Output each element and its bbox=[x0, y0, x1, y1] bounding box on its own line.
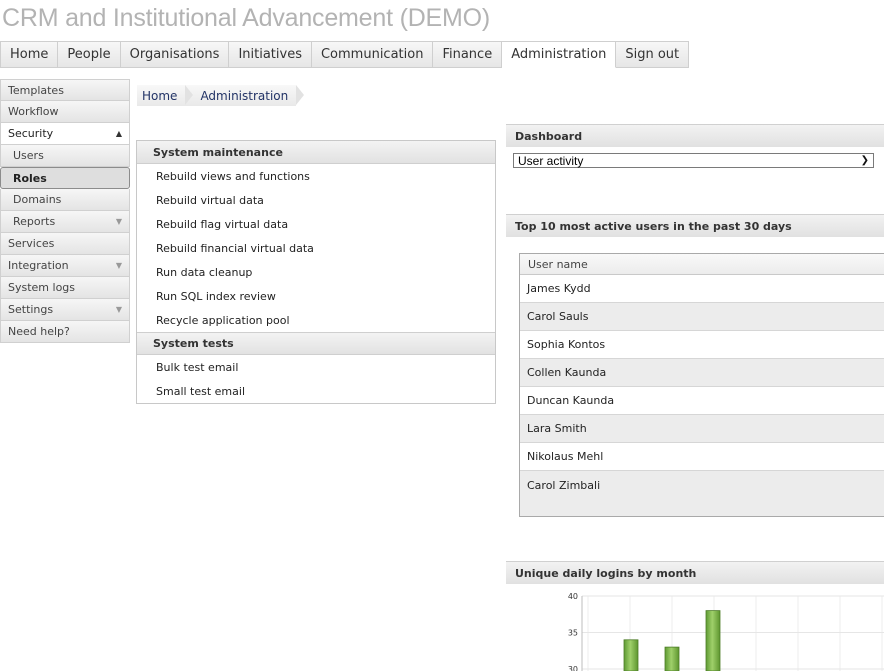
sidebar: Templates Workflow Security ▲ Users Roles… bbox=[0, 79, 130, 343]
chart-bar bbox=[664, 646, 680, 671]
sidebar-item-security[interactable]: Security ▲ bbox=[0, 123, 130, 145]
logins-chart-header: Unique daily logins by month bbox=[506, 561, 884, 584]
dashboard-header: Dashboard bbox=[506, 124, 884, 147]
dashboard-view-select[interactable]: User activity ❯ bbox=[513, 153, 874, 168]
caret-down-icon: ▼ bbox=[115, 305, 122, 314]
table-row[interactable]: Nikolaus Mehl bbox=[520, 443, 884, 471]
chart-tick-label: 35 bbox=[568, 629, 578, 638]
chart-tick-label: 30 bbox=[568, 665, 578, 671]
bulk-test-email-link[interactable]: Bulk test email bbox=[137, 355, 495, 379]
top-nav: Home People Organisations Initiatives Co… bbox=[0, 41, 690, 68]
table-row[interactable]: Carol Zimbali bbox=[520, 471, 884, 516]
table-row[interactable]: Sophia Kontos bbox=[520, 331, 884, 359]
caret-down-icon: ▼ bbox=[115, 261, 122, 270]
recycle-application-pool-link[interactable]: Recycle application pool bbox=[137, 308, 495, 332]
sidebar-item-label: System logs bbox=[8, 281, 76, 294]
sidebar-item-roles[interactable]: Roles bbox=[0, 167, 130, 189]
table-row[interactable]: James Kydd bbox=[520, 275, 884, 303]
table-row[interactable]: Duncan Kaunda bbox=[520, 387, 884, 415]
app-title: CRM and Institutional Advancement (DEMO) bbox=[2, 4, 491, 32]
rebuild-views-link[interactable]: Rebuild views and functions bbox=[137, 164, 495, 188]
breadcrumb-home[interactable]: Home bbox=[137, 85, 194, 106]
sidebar-item-workflow[interactable]: Workflow bbox=[0, 101, 130, 123]
sidebar-item-label: Need help? bbox=[8, 325, 70, 338]
breadcrumb: Home Administration bbox=[137, 85, 305, 106]
run-data-cleanup-link[interactable]: Run data cleanup bbox=[137, 260, 495, 284]
tab-people[interactable]: People bbox=[58, 41, 121, 68]
run-sql-index-review-link[interactable]: Run SQL index review bbox=[137, 284, 495, 308]
tab-organisations[interactable]: Organisations bbox=[120, 41, 230, 68]
rebuild-flag-virtual-data-link[interactable]: Rebuild flag virtual data bbox=[137, 212, 495, 236]
tab-finance[interactable]: Finance bbox=[433, 41, 503, 68]
sidebar-item-system-logs[interactable]: System logs bbox=[0, 277, 130, 299]
logins-chart-svg: 30 35 40 bbox=[568, 592, 884, 671]
chevron-down-icon: ❯ bbox=[860, 155, 869, 166]
active-users-header: Top 10 most active users in the past 30 … bbox=[506, 214, 884, 237]
rebuild-virtual-data-link[interactable]: Rebuild virtual data bbox=[137, 188, 495, 212]
sidebar-item-label: Security bbox=[8, 127, 54, 140]
sidebar-item-label: Settings bbox=[8, 303, 54, 316]
sidebar-item-reports[interactable]: Reports ▼ bbox=[0, 211, 130, 233]
sidebar-item-templates[interactable]: Templates bbox=[0, 79, 130, 101]
tab-administration[interactable]: Administration bbox=[502, 41, 617, 68]
breadcrumb-administration[interactable]: Administration bbox=[185, 85, 305, 106]
sidebar-item-users[interactable]: Users bbox=[0, 145, 130, 167]
caret-up-icon: ▲ bbox=[115, 129, 122, 138]
dashboard-view-value: User activity bbox=[518, 153, 584, 168]
active-users-table: User name James Kydd Carol Sauls Sophia … bbox=[519, 253, 884, 517]
tab-sign-out[interactable]: Sign out bbox=[616, 41, 690, 68]
system-maintenance-header: System maintenance bbox=[137, 141, 495, 164]
table-row[interactable]: Lara Smith bbox=[520, 415, 884, 443]
sidebar-item-label: Reports bbox=[13, 215, 56, 228]
tab-communication[interactable]: Communication bbox=[311, 41, 434, 68]
table-row[interactable]: Carol Sauls bbox=[520, 303, 884, 331]
chart-bar bbox=[705, 610, 721, 671]
chart-tick-label: 40 bbox=[568, 592, 578, 601]
system-tests-header: System tests bbox=[137, 332, 495, 355]
sidebar-item-need-help[interactable]: Need help? bbox=[0, 321, 130, 343]
sidebar-item-integration[interactable]: Integration ▼ bbox=[0, 255, 130, 277]
tab-initiatives[interactable]: Initiatives bbox=[229, 41, 312, 68]
logins-chart: 30 35 40 bbox=[506, 585, 884, 671]
sidebar-item-label: Roles bbox=[13, 171, 47, 185]
column-header-user-name[interactable]: User name bbox=[520, 254, 884, 275]
table-row[interactable]: Collen Kaunda bbox=[520, 359, 884, 387]
small-test-email-link[interactable]: Small test email bbox=[137, 379, 495, 403]
sidebar-item-label: Domains bbox=[13, 193, 62, 206]
chart-bar bbox=[623, 639, 639, 671]
caret-down-icon: ▼ bbox=[115, 217, 122, 226]
system-maintenance-panel: System maintenance Rebuild views and fun… bbox=[136, 140, 496, 404]
sidebar-item-label: Integration bbox=[8, 259, 69, 272]
sidebar-item-label: Users bbox=[13, 149, 44, 162]
sidebar-item-domains[interactable]: Domains bbox=[0, 189, 130, 211]
tab-home[interactable]: Home bbox=[0, 41, 59, 68]
sidebar-item-settings[interactable]: Settings ▼ bbox=[0, 299, 130, 321]
sidebar-item-services[interactable]: Services bbox=[0, 233, 130, 255]
rebuild-financial-virtual-data-link[interactable]: Rebuild financial virtual data bbox=[137, 236, 495, 260]
sidebar-item-label: Workflow bbox=[8, 105, 59, 118]
sidebar-item-label: Services bbox=[8, 237, 55, 250]
sidebar-item-label: Templates bbox=[8, 83, 64, 97]
